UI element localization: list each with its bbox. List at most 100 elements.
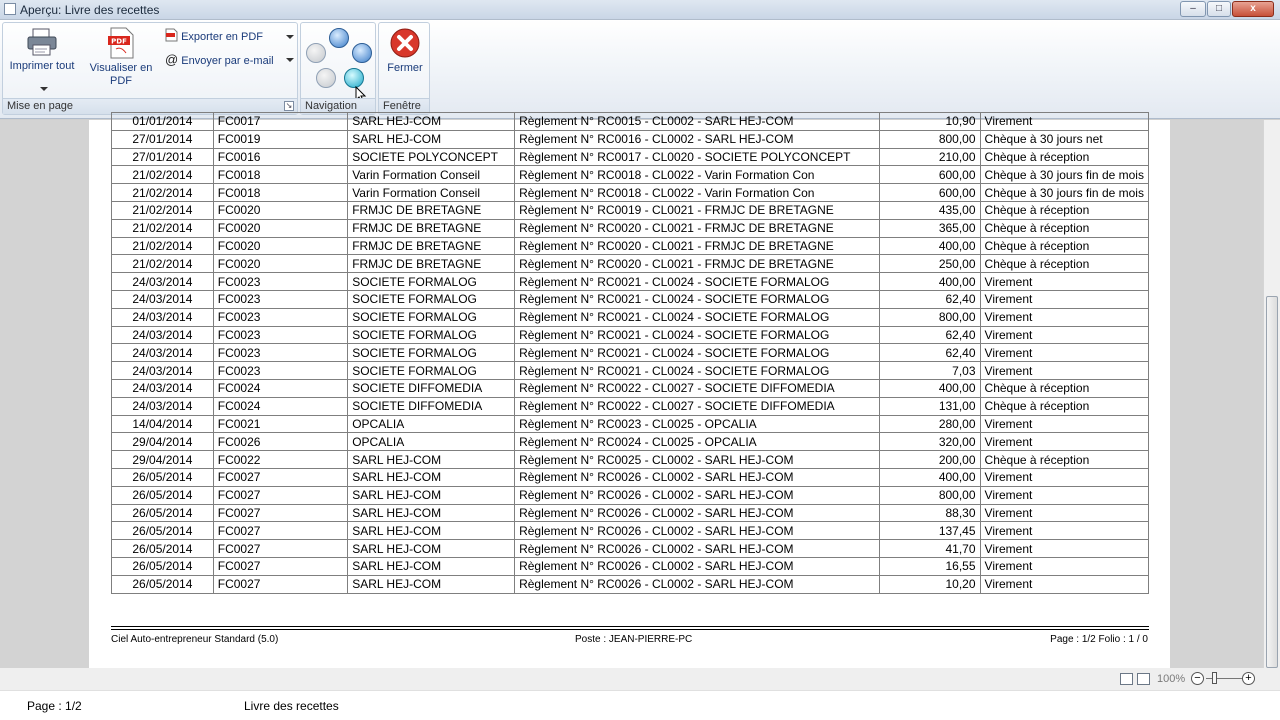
cell-mode: Virement	[979, 467, 1150, 487]
cell-mode: Chèque à réception	[979, 254, 1150, 274]
previous-page-icon[interactable]	[316, 68, 336, 88]
view-pdf-label-line2: PDF	[110, 75, 132, 87]
pdf-icon: PDF	[108, 27, 134, 59]
cell-montant: 62,40	[878, 343, 981, 363]
last-page-icon[interactable]	[352, 43, 372, 63]
table-row: 24/03/2014 FC0023 SOCIETE FORMALOG Règlemen…	[111, 325, 1150, 345]
cell-libelle: Règlement N° RC0026 - CL0002 - SARL HEJ-…	[514, 503, 880, 523]
print-all-button[interactable]: Imprimer tout	[6, 27, 78, 93]
table-row: 26/05/2014 FC0027 SARL HEJ-COM Règlement N°…	[111, 467, 1150, 487]
dialog-launcher-icon[interactable]: ↘	[284, 101, 294, 111]
cell-montant: 800,00	[878, 485, 981, 505]
cell-piece: FC0027	[212, 556, 349, 576]
cell-piece: FC0023	[212, 272, 349, 291]
cell-mode: Virement	[979, 272, 1150, 291]
cell-mode: Virement	[979, 503, 1150, 523]
cell-montant: 62,40	[878, 325, 981, 345]
cell-tiers: FRMJC DE BRETAGNE	[347, 218, 516, 238]
cell-montant: 400,00	[878, 467, 981, 487]
table-row: 24/03/2014 FC0023 SOCIETE FORMALOG Règlemen…	[111, 289, 1150, 309]
cell-piece: FC0027	[212, 467, 349, 487]
cell-tiers: OPCALIA	[347, 432, 516, 452]
zoom-icon[interactable]	[329, 28, 349, 48]
cell-libelle: Règlement N° RC0026 - CL0002 - SARL HEJ-…	[514, 485, 880, 505]
cell-libelle: Règlement N° RC0021 - CL0024 - SOCIETE F…	[514, 343, 880, 363]
cell-libelle: Règlement N° RC0019 - CL0021 - FRMJC DE …	[514, 200, 880, 220]
cell-tiers: Varin Formation Conseil	[347, 165, 516, 185]
cell-libelle: Règlement N° RC0022 - CL0027 - SOCIETE D…	[514, 378, 880, 398]
close-window-button[interactable]: x	[1232, 1, 1274, 17]
printer-icon	[27, 28, 57, 56]
cell-mode: Chèque à réception	[979, 147, 1150, 167]
table-row: 29/04/2014 FC0026 OPCALIA Règlement N° RC00…	[111, 432, 1150, 452]
cell-montant: 400,00	[878, 272, 981, 291]
single-page-icon[interactable]	[1120, 673, 1133, 685]
table-row: 26/05/2014 FC0027 SARL HEJ-COM Règlement N°…	[111, 574, 1150, 594]
cell-piece: FC0023	[212, 289, 349, 309]
export-pdf-button[interactable]: Exporter en PDF	[165, 28, 295, 46]
cell-libelle: Règlement N° RC0024 - CL0025 - OPCALIA	[514, 432, 880, 452]
cell-date: 26/05/2014	[111, 521, 214, 541]
cell-piece: FC0022	[212, 450, 349, 469]
cell-tiers: SOCIETE FORMALOG	[347, 307, 516, 327]
cell-montant: 400,00	[878, 236, 981, 256]
cell-piece: FC0017	[212, 112, 349, 131]
cell-piece: FC0027	[212, 539, 349, 558]
cell-montant: 800,00	[878, 307, 981, 327]
table-row-partial: 01/01/2014 FC0017 SARL HEJ-COM Règlement…	[111, 112, 1150, 131]
view-pdf-button[interactable]: PDF Visualiser en PDF	[85, 27, 157, 93]
status-report-name: Livre des recettes	[244, 699, 339, 713]
scrollbar-thumb[interactable]	[1266, 296, 1278, 668]
close-preview-button[interactable]: Fermer	[381, 27, 429, 87]
cell-montant: 10,90	[878, 112, 981, 131]
cell-montant: 10,20	[878, 574, 981, 594]
two-pages-icon[interactable]	[1137, 673, 1150, 685]
cell-montant: 88,30	[878, 503, 981, 523]
cell-mode: Chèque à 30 jours net	[979, 129, 1150, 149]
cell-date: 21/02/2014	[111, 165, 214, 185]
cell-piece: FC0024	[212, 396, 349, 416]
cell-date: 01/01/2014	[111, 112, 214, 131]
cell-libelle: Règlement N° RC0026 - CL0002 - SARL HEJ-…	[514, 467, 880, 487]
close-preview-label: Fermer	[387, 62, 423, 74]
cell-mode: Virement	[979, 289, 1150, 309]
zoom-out-icon[interactable]: −	[1191, 672, 1204, 685]
cell-piece: FC0019	[212, 129, 349, 149]
first-page-icon[interactable]	[306, 43, 326, 63]
table-row: 21/02/2014 FC0018 Varin Formation Conseil R…	[111, 165, 1150, 185]
cell-tiers: SARL HEJ-COM	[347, 485, 516, 505]
cell-date: 24/03/2014	[111, 378, 214, 398]
cell-mode: Virement	[979, 112, 1150, 131]
vertical-scrollbar[interactable]	[1263, 120, 1280, 668]
cell-tiers: SARL HEJ-COM	[347, 556, 516, 576]
cell-montant: 137,45	[878, 521, 981, 541]
cell-tiers: FRMJC DE BRETAGNE	[347, 200, 516, 220]
cell-libelle: Règlement N° RC0022 - CL0027 - SOCIETE D…	[514, 396, 880, 416]
cell-date: 27/01/2014	[111, 147, 214, 167]
svg-text:PDF: PDF	[111, 38, 127, 46]
send-email-button[interactable]: @ Envoyer par e-mail	[165, 51, 295, 69]
table-row: 21/02/2014 FC0020 FRMJC DE BRETAGNE Règleme…	[111, 218, 1150, 238]
report-viewer[interactable]: 01/01/2014 FC0017 SARL HEJ-COM Règlement…	[0, 112, 1263, 668]
next-page-icon[interactable]	[344, 68, 364, 88]
cell-montant: 600,00	[878, 183, 981, 202]
group-mise-en-page: Imprimer tout PDF Visualiser en PDF Expo…	[2, 22, 298, 115]
zoom-slider-handle[interactable]	[1212, 672, 1217, 684]
cell-date: 21/02/2014	[111, 218, 214, 238]
maximize-button[interactable]: □	[1207, 1, 1231, 17]
table-row: 29/04/2014 FC0022 SARL HEJ-COM Règlement N°…	[111, 450, 1150, 469]
cell-mode: Virement	[979, 574, 1150, 594]
cell-tiers: SOCIETE FORMALOG	[347, 272, 516, 291]
cell-libelle: Règlement N° RC0026 - CL0002 - SARL HEJ-…	[514, 521, 880, 541]
cell-date: 29/04/2014	[111, 432, 214, 452]
cell-tiers: SOCIETE FORMALOG	[347, 325, 516, 345]
cell-tiers: FRMJC DE BRETAGNE	[347, 254, 516, 274]
minimize-button[interactable]: –	[1180, 1, 1206, 17]
cell-date: 24/03/2014	[111, 343, 214, 363]
cell-libelle: Règlement N° RC0021 - CL0024 - SOCIETE F…	[514, 361, 880, 380]
print-all-label: Imprimer tout	[9, 60, 75, 72]
cell-mode: Chèque à réception	[979, 396, 1150, 416]
cell-montant: 365,00	[878, 218, 981, 238]
table-row: 26/05/2014 FC0027 SARL HEJ-COM Règlement N°…	[111, 556, 1150, 576]
zoom-in-icon[interactable]: +	[1242, 672, 1255, 685]
